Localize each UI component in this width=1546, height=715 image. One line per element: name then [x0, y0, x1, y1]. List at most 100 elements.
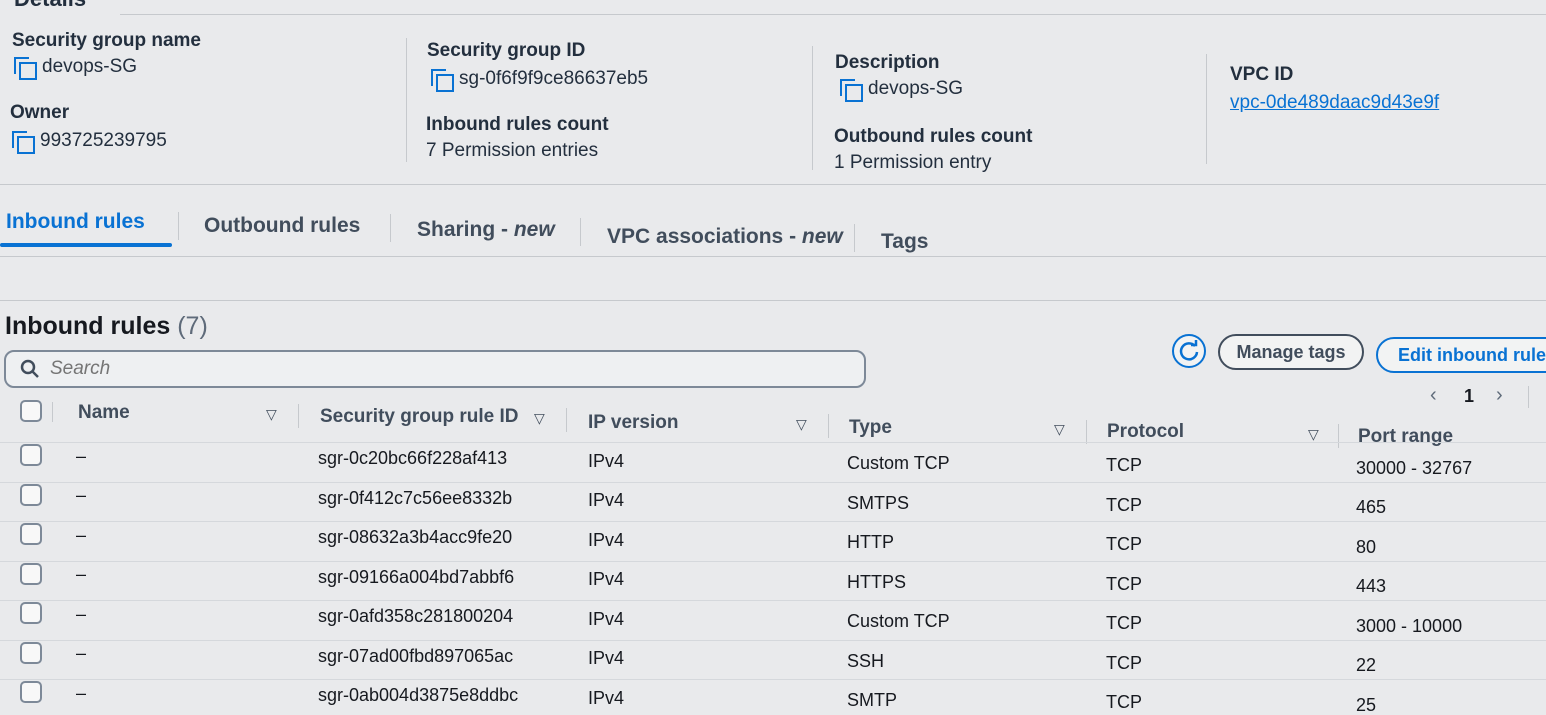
- column-header-protocol[interactable]: Protocol: [1107, 421, 1184, 443]
- cell-name: –: [76, 524, 87, 545]
- owner-label: Owner: [10, 102, 70, 123]
- tab-sharing-new: new: [513, 218, 555, 241]
- row-checkbox[interactable]: [20, 641, 42, 664]
- cell-rule-id: sgr-0ab004d3875e8ddbc: [318, 685, 519, 705]
- cell-protocol: TCP: [1106, 692, 1142, 713]
- sort-down-icon[interactable]: ▽: [266, 406, 277, 423]
- cell-port-range: 3000 - 10000: [1356, 615, 1463, 636]
- inbound-count-label: Inbound rules count: [426, 114, 609, 135]
- inbound-count-value: 7 Permission entries: [426, 140, 599, 161]
- chevron-right-icon[interactable]: ›: [1496, 384, 1503, 407]
- cell-rule-id: sgr-0afd358c281800204: [318, 606, 514, 626]
- column-divider: [566, 408, 567, 432]
- details-heading: Details: [14, 0, 86, 12]
- column-header-port-range[interactable]: Port range: [1358, 426, 1453, 448]
- cell-protocol: TCP: [1106, 534, 1142, 555]
- cell-port-range: 443: [1356, 576, 1387, 597]
- sg-id-text: sg-0f6f9f9ce86637eb5: [459, 68, 649, 89]
- vpc-id-link[interactable]: vpc-0de489daac9d43e9f: [1230, 92, 1439, 114]
- cell-ip-version: IPv4: [588, 569, 625, 590]
- cell-port-range: 30000 - 32767: [1356, 457, 1473, 478]
- cell-rule-id: sgr-09166a004bd7abbf6: [318, 566, 515, 587]
- cell-ip-version: IPv4: [588, 450, 625, 471]
- column-divider: [298, 404, 299, 428]
- row-checkbox[interactable]: [20, 523, 42, 545]
- sg-name-value: devops-SG: [14, 56, 138, 80]
- manage-tags-button[interactable]: Manage tags: [1218, 334, 1364, 370]
- sg-id-value: sg-0f6f9f9ce86637eb5: [431, 68, 649, 92]
- copy-icon[interactable]: [840, 79, 863, 102]
- cell-type: HTTP: [847, 532, 894, 553]
- copy-icon[interactable]: [12, 131, 35, 154]
- row-divider: [0, 600, 1546, 601]
- cell-ip-version: IPv4: [588, 687, 625, 708]
- sort-down-icon[interactable]: ▽: [1054, 421, 1065, 438]
- cell-protocol: TCP: [1106, 455, 1142, 476]
- vpc-id-label: VPC ID: [1230, 64, 1294, 85]
- cell-rule-id: sgr-08632a3b4acc9fe20: [318, 527, 513, 547]
- row-checkbox[interactable]: [20, 562, 42, 585]
- cell-rule-id: sgr-0c20bc66f228af413: [318, 448, 508, 468]
- row-checkbox[interactable]: [20, 444, 42, 466]
- select-all-checkbox[interactable]: [20, 400, 42, 422]
- cell-name: –: [76, 564, 87, 585]
- owner-text: 993725239795: [40, 130, 167, 151]
- outbound-count-label: Outbound rules count: [834, 126, 1033, 147]
- tab-sharing-label: Sharing -: [417, 218, 514, 241]
- row-checkbox[interactable]: [20, 483, 42, 506]
- cell-port-range: 465: [1356, 497, 1387, 518]
- tab-inbound-rules[interactable]: Inbound rules: [6, 210, 145, 234]
- cell-ip-version: IPv4: [588, 608, 625, 629]
- divider: [0, 300, 1546, 301]
- column-header-ip-version[interactable]: IP version: [588, 412, 678, 434]
- row-divider: [0, 679, 1546, 680]
- cell-name: –: [76, 485, 87, 506]
- row-checkbox[interactable]: [20, 681, 42, 703]
- cell-protocol: TCP: [1106, 494, 1142, 515]
- cell-type: SSH: [847, 650, 885, 671]
- sg-name-text: devops-SG: [42, 56, 138, 77]
- chevron-left-icon[interactable]: ‹: [1430, 384, 1437, 407]
- row-divider: [0, 481, 1546, 483]
- tab-separator: [390, 214, 391, 242]
- tab-separator: [854, 224, 855, 252]
- refresh-button[interactable]: [1172, 334, 1206, 368]
- cell-name: –: [76, 603, 87, 624]
- tab-vpc-associations-label: VPC associations -: [607, 225, 802, 248]
- column-divider: [52, 402, 53, 422]
- search-input[interactable]: [50, 358, 450, 380]
- column-header-rule-id[interactable]: Security group rule ID: [320, 406, 518, 428]
- column-header-name[interactable]: Name: [78, 402, 130, 424]
- tab-tags[interactable]: Tags: [881, 230, 928, 254]
- sort-down-icon[interactable]: ▽: [534, 410, 545, 427]
- column-divider: [406, 38, 407, 162]
- page-number[interactable]: 1: [1464, 386, 1474, 407]
- sort-down-icon[interactable]: ▽: [796, 416, 807, 433]
- edit-inbound-rules-button[interactable]: Edit inbound rules: [1376, 337, 1546, 373]
- outbound-count-value: 1 Permission entry: [834, 152, 992, 173]
- description-text: devops-SG: [868, 78, 964, 99]
- refresh-icon: [1179, 340, 1199, 361]
- row-divider: [0, 639, 1546, 641]
- inbound-rules-title: Inbound rules (7): [5, 312, 208, 341]
- cell-ip-version: IPv4: [588, 648, 625, 669]
- tab-vpc-associations[interactable]: VPC associations - new: [607, 225, 843, 249]
- column-header-type[interactable]: Type: [849, 417, 892, 439]
- sort-down-icon[interactable]: ▽: [1308, 426, 1319, 443]
- cell-ip-version: IPv4: [588, 529, 625, 550]
- cell-port-range: 25: [1356, 694, 1377, 715]
- cell-port-range: 22: [1356, 655, 1377, 676]
- cell-type: Custom TCP: [847, 611, 950, 632]
- tab-outbound-rules[interactable]: Outbound rules: [204, 214, 360, 238]
- copy-icon[interactable]: [431, 69, 454, 92]
- copy-icon[interactable]: [14, 57, 37, 80]
- tab-sharing[interactable]: Sharing - new: [417, 218, 555, 242]
- cell-rule-id: sgr-07ad00fbd897065ac: [318, 645, 514, 666]
- cell-port-range: 80: [1356, 536, 1377, 557]
- cell-type: Custom TCP: [847, 453, 950, 474]
- search-bar[interactable]: [4, 350, 866, 388]
- row-checkbox[interactable]: [20, 602, 42, 624]
- tab-separator: [178, 212, 179, 240]
- inbound-rules-title-text: Inbound rules: [5, 312, 171, 340]
- tab-vpc-associations-new: new: [801, 225, 843, 248]
